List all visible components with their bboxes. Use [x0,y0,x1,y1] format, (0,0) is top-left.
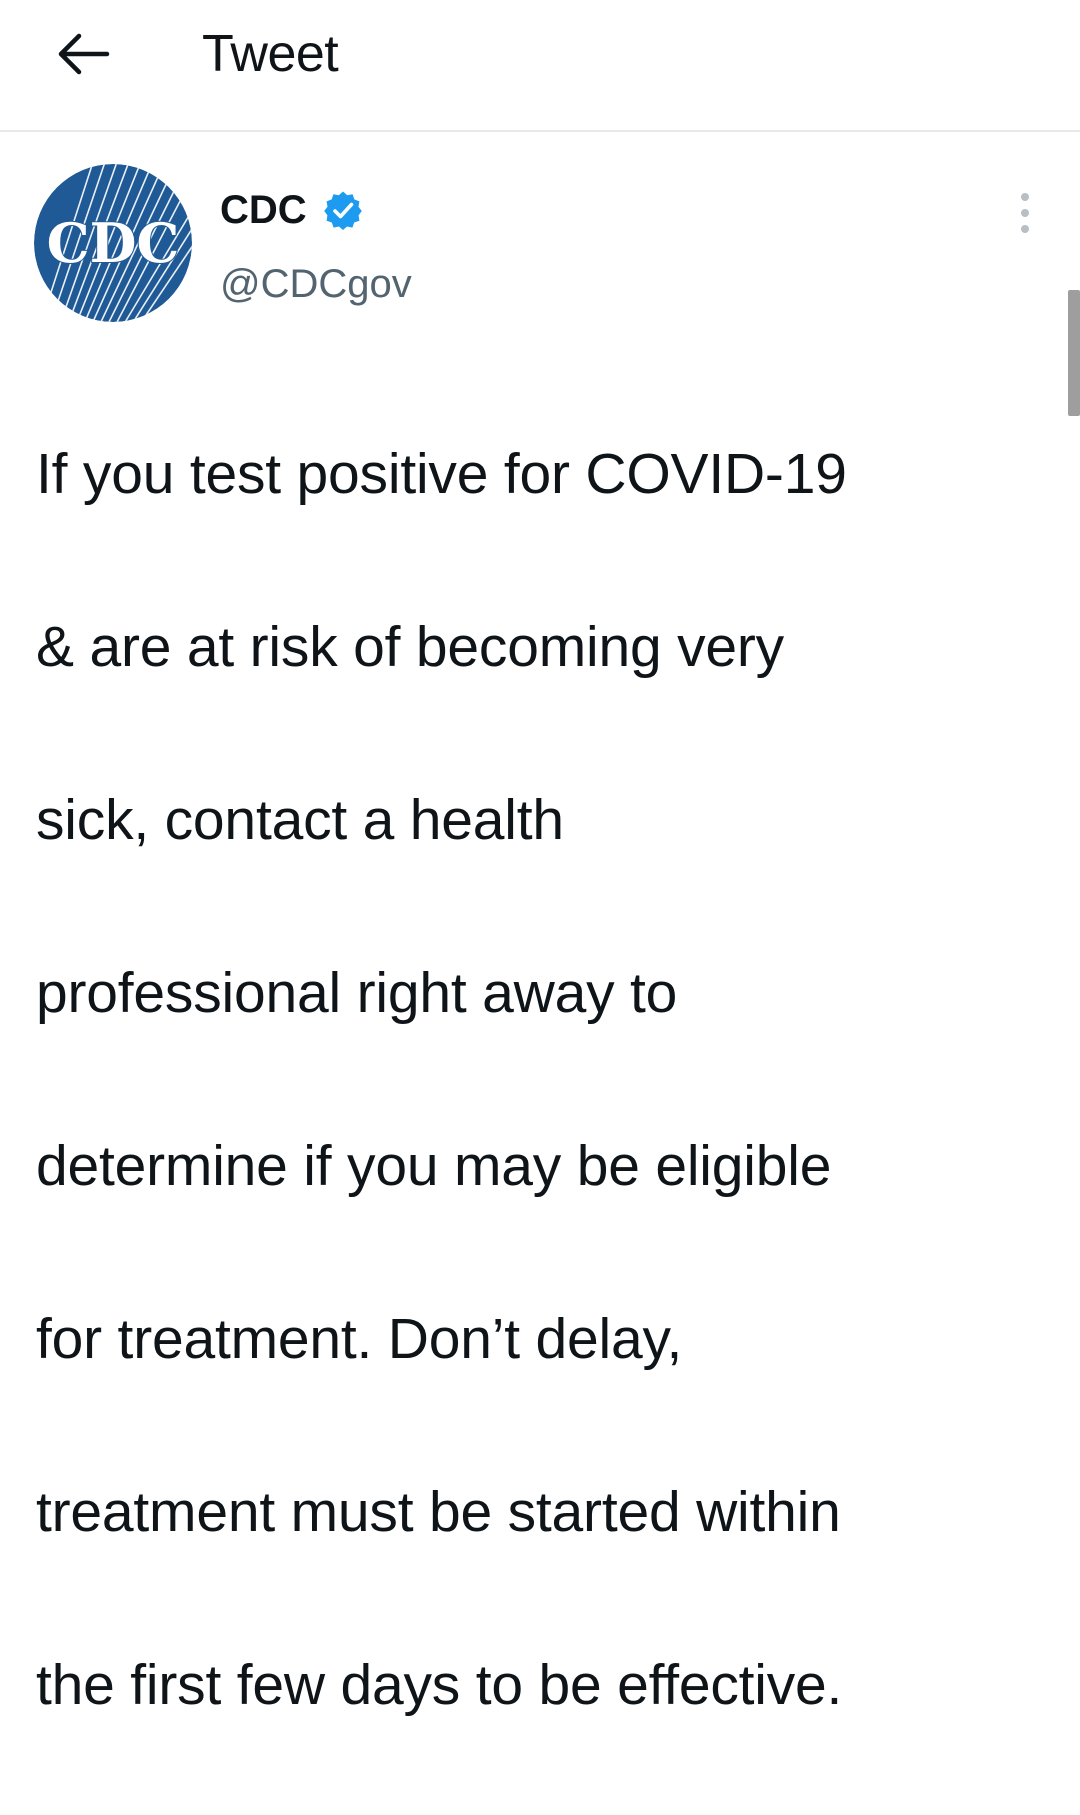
avatar[interactable]: CDC [34,164,192,322]
verified-badge-icon [323,190,363,230]
tweet-author: CDC @CDCgov [220,184,412,308]
tweet-text-line: sick, contact a health [36,787,564,852]
more-options-button[interactable] [1000,188,1050,238]
more-vertical-icon [1021,193,1029,233]
tweet-text-line: determine if you may be eligible [36,1133,832,1198]
author-display-name[interactable]: CDC [220,184,307,236]
tweet-text-line: professional right away to [36,960,678,1025]
author-handle[interactable]: @CDCgov [220,260,412,308]
tweet-text: If you test positive for COVID-19 & are … [36,344,1046,1815]
cdc-logo-icon: CDC [34,164,192,322]
tweet-text-line: the first few days to be effective. [36,1652,843,1717]
scrollbar-thumb[interactable] [1068,290,1080,416]
page-title: Tweet [202,25,339,83]
tweet-text-line: If you test positive for COVID-19 [36,441,847,506]
tweet-text-line: treatment must be started within [36,1479,841,1544]
back-button[interactable] [48,22,118,86]
tweet-text-line: & are at risk of becoming very [36,614,784,679]
top-app-bar: Tweet [0,0,1080,132]
author-name-row: CDC [220,184,412,236]
tweet-text-line: for treatment. Don’t delay, [36,1306,683,1371]
arrow-left-icon [58,33,110,75]
svg-text:CDC: CDC [47,211,180,275]
